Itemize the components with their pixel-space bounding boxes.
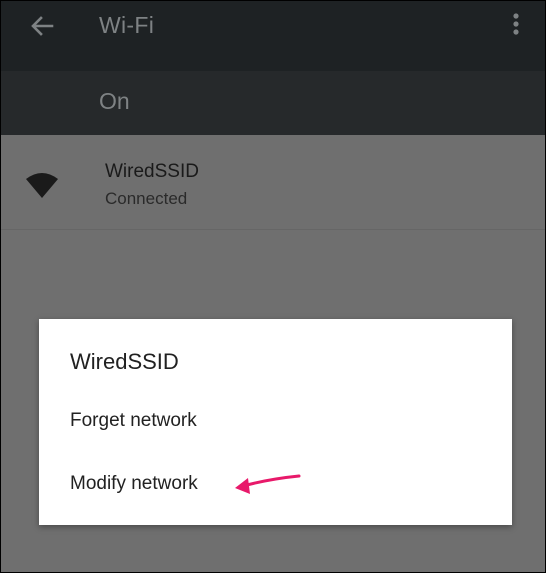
screen: Wi-Fi On WiredSSID Connected WiredSSID F… [0, 0, 546, 573]
list-divider [1, 229, 545, 230]
dialog-title: WiredSSID [70, 349, 179, 374]
forget-network-option[interactable]: Forget network [70, 407, 197, 435]
wifi-signal-icon [26, 173, 58, 198]
network-status: Connected [105, 189, 188, 208]
wifi-master-switch-bar[interactable]: On [1, 71, 545, 135]
switch-state-label: On [99, 88, 130, 114]
more-vert-icon[interactable] [506, 12, 526, 38]
app-bar: Wi-Fi [1, 1, 545, 71]
arrow-back-icon[interactable] [27, 11, 57, 41]
network-name[interactable]: WiredSSID [105, 159, 199, 185]
page-title: Wi-Fi [99, 12, 155, 38]
pointer-arrow-icon [235, 474, 301, 494]
modify-network-option[interactable]: Modify network [70, 470, 198, 498]
